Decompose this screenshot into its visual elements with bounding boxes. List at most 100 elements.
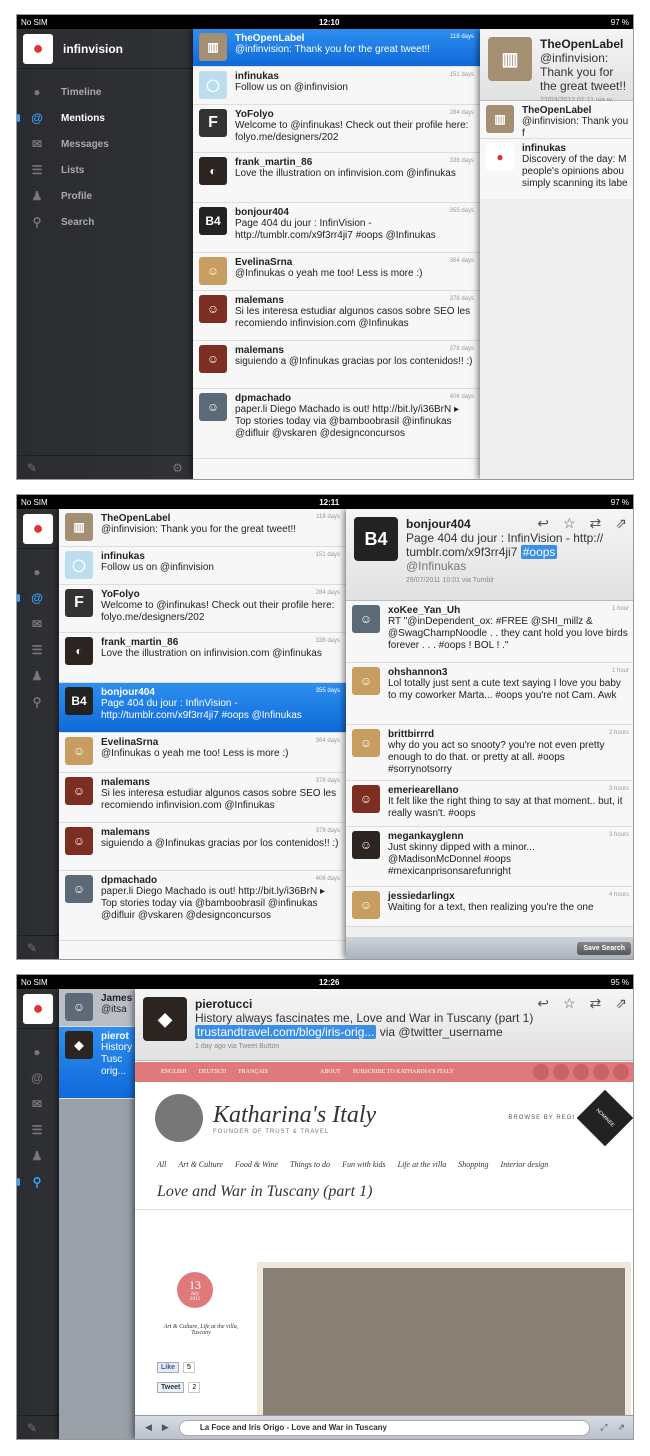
nav-mentions[interactable]: @	[17, 585, 59, 611]
tweet-item[interactable]: B4 bonjour404 Page 404 du jour : InfinVis…	[193, 203, 480, 253]
nav-messages[interactable]: ✉ Messages	[17, 131, 193, 157]
tweet-time: 406 days	[449, 394, 474, 400]
retweet-icon[interactable]: ⇄	[590, 515, 602, 532]
lang-deutsch-link[interactable]: DEUTSCH	[199, 1069, 227, 1075]
about-link[interactable]: ABOUT	[320, 1069, 341, 1075]
category-link[interactable]: All	[157, 1160, 166, 1169]
nav-messages[interactable]: ✉	[17, 611, 59, 637]
nav-profile[interactable]: ♟ Profile	[17, 183, 193, 209]
nav-lists[interactable]: ☰	[17, 637, 59, 663]
tweet-item[interactable]: ☺ malemans siguiendo a @Infinukas gracias…	[59, 823, 346, 871]
share-icon[interactable]: ⇗	[615, 995, 627, 1012]
search-result[interactable]: ☺ xoKee_Yan_Uh RT "@inDependent_ox: #FREE…	[346, 601, 633, 663]
gear-icon[interactable]: ⚙	[172, 461, 183, 475]
nav-timeline[interactable]: ● Timeline	[17, 79, 193, 105]
tweet-time: 284 days	[449, 110, 474, 116]
rss-icon[interactable]	[613, 1064, 629, 1080]
mention-link[interactable]: @Infinukas	[406, 559, 466, 573]
tweet-item[interactable]: ◯ infinukas Follow us on @infinvision 151…	[193, 67, 480, 105]
category-nav: All Art & Culture Food & Wine Things to …	[135, 1154, 633, 1175]
account-header[interactable]: ●	[17, 509, 59, 549]
browse-by-region[interactable]: BROWSE BY REGI	[508, 1115, 575, 1121]
nav-profile[interactable]: ♟	[17, 663, 59, 689]
tweet-item[interactable]: ☺ malemans Si les interesa estudiar algun…	[193, 291, 480, 341]
compose-icon[interactable]: ✎	[27, 461, 37, 475]
tweet-item[interactable]: ☺ dpmachado paper.li Diego Machado is out…	[193, 389, 480, 459]
account-header[interactable]: ● infinvision	[17, 29, 193, 69]
url-field[interactable]: La Foce and Iris Origo - Love and War in…	[178, 1419, 591, 1436]
nav-messages[interactable]: ✉	[17, 1091, 59, 1117]
category-link[interactable]: Things to do	[290, 1160, 330, 1169]
reply-item[interactable]: ▥ TheOpenLabel @infinvision: Thank you f	[480, 101, 633, 139]
lang-english-link[interactable]: ENGLISH	[161, 1069, 187, 1075]
reply-icon[interactable]: ↩	[537, 515, 549, 532]
reply-item[interactable]: ● infinukas Discovery of the day: M peopl…	[480, 139, 633, 199]
nav-search[interactable]: ⚲ Search	[17, 209, 193, 235]
tweet-author: jessiedarlingx	[388, 891, 455, 902]
tweet-item[interactable]: ◐ frank_martin_86 Love the illustration o…	[59, 633, 346, 683]
star-icon[interactable]: ☆	[563, 515, 576, 532]
nav-lists[interactable]: ☰ Lists	[17, 157, 193, 183]
tweet-item[interactable]: B4 bonjour404 Page 404 du jour : InfinVis…	[59, 683, 346, 733]
back-icon[interactable]: ◀	[145, 1422, 152, 1433]
lang-francais-link[interactable]: FRANÇAIS	[238, 1069, 268, 1075]
facebook-icon[interactable]	[533, 1064, 549, 1080]
save-search-button[interactable]: Save Search	[577, 942, 631, 955]
expand-icon[interactable]: ⤢	[600, 1422, 607, 1433]
nav-mentions[interactable]: @ Mentions	[17, 105, 193, 131]
category-link[interactable]: Food & Wine	[235, 1160, 278, 1169]
tweet-item[interactable]: F YoFolyo Welcome to @infinukas! Check ou…	[193, 105, 480, 153]
like-button[interactable]: Like	[157, 1362, 180, 1373]
tweet-item[interactable]: ◯ infinukas Follow us on @infinvision 151…	[59, 547, 346, 585]
share-icon[interactable]: ⇗	[617, 1422, 625, 1433]
post-tags[interactable]: Art & Culture, Life at the villa, Tuscan…	[161, 1324, 241, 1336]
forward-icon[interactable]: ▶	[162, 1422, 169, 1433]
category-link[interactable]: Shopping	[458, 1160, 488, 1169]
nav-timeline[interactable]: ●	[17, 1039, 59, 1065]
tweet-item[interactable]: ☺ EvelinaSrna @Infinukas o yeah me too! L…	[193, 253, 480, 291]
detail-link[interactable]: tumblr.com/x9f3rr4ji7	[406, 545, 517, 559]
search-result[interactable]: ☺ jessiedarlingx Waiting for a text, then…	[346, 887, 633, 927]
search-result[interactable]: ☺ brittbirrrd why do you act so snooty? y…	[346, 725, 633, 781]
tweet-item[interactable]: ▥ TheOpenLabel @infinvision: Thank you fo…	[59, 509, 346, 547]
hashtag-link[interactable]: #oops	[520, 545, 558, 559]
site-title[interactable]: Katharina's Italy	[213, 1102, 376, 1129]
compose-icon[interactable]: ✎	[27, 941, 37, 955]
detail-link[interactable]: trustandtravel.com/blog/iris-orig...	[195, 1025, 377, 1039]
google-icon[interactable]	[573, 1064, 589, 1080]
tweet-item[interactable]: ☺ malemans siguiendo a @Infinukas gracias…	[193, 341, 480, 389]
share-icon[interactable]: ⇗	[615, 515, 627, 532]
tweet-item[interactable]: ☺ malemans Si les interesa estudiar algun…	[59, 773, 346, 823]
search-result[interactable]: ☺ megankayglenn Just skinny dipped with a…	[346, 827, 633, 887]
nav-search[interactable]: ⚲	[17, 689, 59, 715]
category-link[interactable]: Life at the villa	[398, 1160, 447, 1169]
tweet-item[interactable]: ☺ dpmachado paper.li Diego Machado is out…	[59, 871, 346, 941]
avatar: ☺	[199, 345, 227, 373]
reply-icon[interactable]: ↩	[537, 995, 549, 1012]
tweet-item[interactable]: ☺ EvelinaSrna @Infinukas o yeah me too! L…	[59, 733, 346, 773]
youtube-icon[interactable]	[593, 1064, 609, 1080]
twitter-icon[interactable]	[553, 1064, 569, 1080]
star-icon[interactable]: ☆	[563, 995, 576, 1012]
account-header[interactable]: ●	[17, 989, 59, 1029]
nav-timeline[interactable]: ●	[17, 559, 59, 585]
avatar: ◯	[199, 71, 227, 99]
nav-label: Timeline	[61, 86, 102, 98]
tweet-item[interactable]: ◐ frank_martin_86 Love the illustration o…	[193, 153, 480, 203]
tweet-item[interactable]: F YoFolyo Welcome to @infinukas! Check ou…	[59, 585, 346, 633]
tweet-item[interactable]: ▥ TheOpenLabel @infinvision: Thank you fo…	[193, 29, 480, 67]
category-link[interactable]: Fun with kids	[342, 1160, 386, 1169]
nav-lists[interactable]: ☰	[17, 1117, 59, 1143]
nav-profile[interactable]: ♟	[17, 1143, 59, 1169]
search-result[interactable]: ☺ emeriearellano It felt like the right t…	[346, 781, 633, 827]
tweet-button[interactable]: Tweet	[157, 1382, 185, 1393]
category-link[interactable]: Art & Culture	[178, 1160, 223, 1169]
nav-search[interactable]: ⚲	[17, 1169, 59, 1195]
nav-mentions[interactable]: @	[17, 1065, 59, 1091]
compose-icon[interactable]: ✎	[27, 1421, 37, 1435]
category-link[interactable]: Interior design	[501, 1160, 549, 1169]
retweet-icon[interactable]: ⇄	[590, 995, 602, 1012]
search-result[interactable]: ☺ ohshannon3 Lol totally just sent a cute…	[346, 663, 633, 725]
tweet-time: 2 hours	[608, 730, 629, 736]
subscribe-link[interactable]: SUBSCRIBE TO KATHARINA'S ITALY	[353, 1069, 454, 1075]
